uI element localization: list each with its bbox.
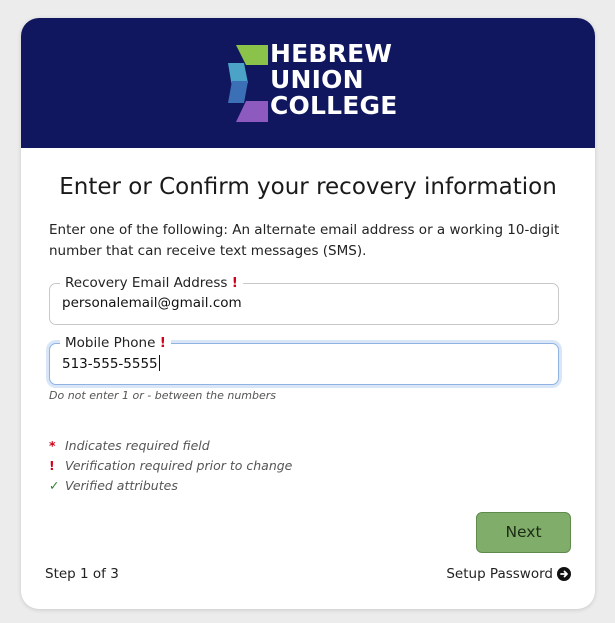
exclamation-icon: !: [49, 458, 55, 473]
phone-hint: Do not enter 1 or - between the numbers: [49, 389, 277, 402]
asterisk-icon: *: [49, 438, 56, 453]
legend-required: * Indicates required field: [49, 436, 292, 456]
next-button[interactable]: Next: [476, 512, 571, 553]
recovery-email-input[interactable]: personalemail@gmail.com: [62, 295, 242, 311]
logo-line-1: HEBREW: [270, 39, 393, 68]
legend-verified: ✓ Verified attributes: [49, 476, 292, 496]
arrow-right-circle-icon: [557, 567, 571, 581]
logo-line-2: UNION: [270, 65, 364, 94]
verification-required-mark: !: [159, 335, 166, 351]
logo-line-3: COLLEGE: [270, 91, 398, 120]
mobile-phone-field[interactable]: Mobile Phone ! 513-555-5555: [49, 335, 559, 385]
legend-verification-text: Verification required prior to change: [65, 458, 293, 473]
setup-password-link[interactable]: Setup Password: [446, 566, 571, 582]
recovery-email-label-text: Recovery Email Address: [65, 275, 228, 291]
mobile-phone-input[interactable]: 513-555-5555: [62, 355, 160, 372]
setup-password-link-text: Setup Password: [446, 566, 553, 582]
verification-required-mark: !: [231, 275, 238, 291]
mobile-phone-value: 513-555-5555: [62, 356, 158, 372]
mobile-phone-label-text: Mobile Phone: [65, 335, 156, 351]
checkmark-icon: ✓: [49, 478, 60, 493]
header-banner: HEBREW UNION COLLEGE: [21, 18, 595, 148]
recovery-card: HEBREW UNION COLLEGE Enter or Confirm yo…: [21, 18, 595, 609]
legend-required-text: Indicates required field: [65, 438, 210, 453]
college-logo-text: HEBREW UNION COLLEGE: [270, 41, 398, 119]
legend-verification: ! Verification required prior to change: [49, 456, 292, 476]
field-legend: * Indicates required field ! Verification …: [49, 436, 292, 496]
page-title: Enter or Confirm your recovery informati…: [59, 174, 557, 200]
intro-text: Enter one of the following: An alternate…: [49, 222, 560, 259]
recovery-email-field[interactable]: Recovery Email Address ! personalemail@g…: [49, 275, 559, 325]
mobile-phone-label: Mobile Phone !: [60, 335, 171, 351]
text-caret: [158, 355, 160, 371]
college-logo-icon: [228, 45, 268, 122]
recovery-email-label: Recovery Email Address !: [60, 275, 243, 291]
legend-verified-text: Verified attributes: [65, 478, 178, 493]
step-indicator: Step 1 of 3: [45, 566, 119, 582]
